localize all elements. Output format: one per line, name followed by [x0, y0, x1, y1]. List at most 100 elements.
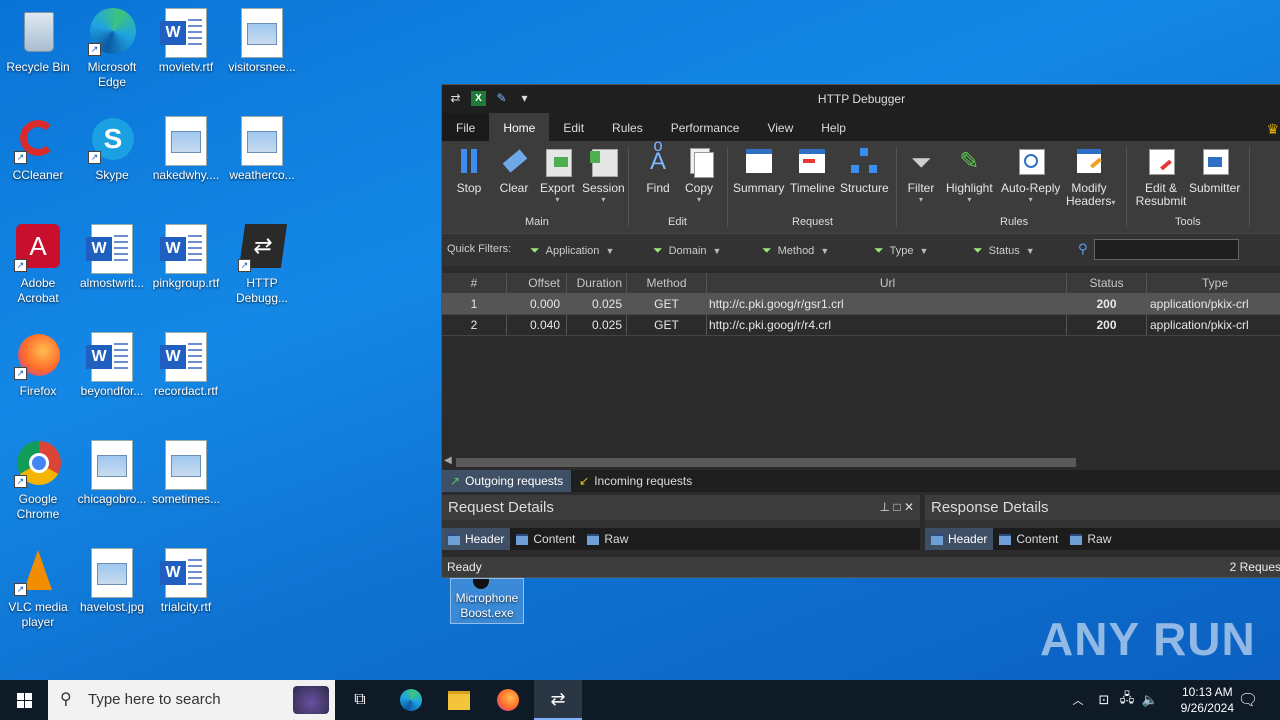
- show-hidden-icons-icon[interactable]: ︿: [1068, 680, 1088, 720]
- volume-icon[interactable]: 🔈: [1140, 680, 1160, 720]
- desktop-icon-chicagobro[interactable]: chicagobro...: [74, 440, 150, 507]
- taskbar-file-explorer-icon[interactable]: [443, 680, 475, 720]
- taskbar-http-debugger-icon[interactable]: ⇄: [534, 680, 582, 720]
- request-tab-raw[interactable]: Raw: [581, 528, 634, 550]
- request-tab-header[interactable]: Header: [442, 528, 511, 550]
- col-header-url[interactable]: Url: [707, 273, 1067, 293]
- quick-filter-domain[interactable]: ⏷ Domain ▼: [653, 243, 721, 258]
- ribbon-separator: [628, 147, 629, 227]
- ribbon-separator: [727, 147, 728, 227]
- request-direction-tabs: ↗ Outgoing requests ↙ Incoming requests: [442, 470, 1280, 492]
- desktop-icon-sometimes[interactable]: sometimes...: [148, 440, 224, 507]
- desktop-icon-nakedwhy[interactable]: nakedwhy....: [148, 116, 224, 183]
- highlight-button[interactable]: ✎ Highlight ▾: [946, 147, 993, 204]
- modify-headers-dropdown-icon: ▾: [1111, 198, 1116, 207]
- desktop-icon-pinkgroup[interactable]: W pinkgroup.rtf: [148, 224, 224, 291]
- col-header-num[interactable]: #: [442, 273, 507, 293]
- funnel-icon: ⏷: [530, 243, 540, 257]
- structure-button[interactable]: Structure: [840, 147, 889, 195]
- taskbar-edge-icon[interactable]: [395, 680, 427, 720]
- image-file-icon: [162, 116, 210, 166]
- desktop-icon-microphone-boost[interactable]: Microphone Boost.exe: [450, 578, 524, 624]
- desktop-icon-google-chrome[interactable]: ↗ Google Chrome: [0, 440, 76, 522]
- timeline-button[interactable]: Timeline: [790, 147, 835, 195]
- notifications-icon[interactable]: 🗨: [1236, 680, 1260, 720]
- desktop-icon-microsoft-edge[interactable]: ↗ Microsoft Edge: [74, 8, 150, 90]
- taskbar-firefox-icon[interactable]: [492, 680, 524, 720]
- table-icon: [516, 533, 529, 545]
- session-icon: [588, 147, 619, 177]
- desktop-icon-http-debugger[interactable]: ⇄ ↗ HTTP Debugg...: [224, 224, 300, 306]
- export-button[interactable]: Export ▾: [540, 147, 575, 204]
- clear-button[interactable]: Clear: [499, 147, 529, 195]
- desktop-icon-trialcity[interactable]: W trialcity.rtf: [148, 548, 224, 615]
- auto-reply-button[interactable]: Auto-Reply ▾: [1001, 147, 1060, 204]
- request-tab-content[interactable]: Content: [510, 528, 581, 550]
- maximize-icon[interactable]: □: [893, 500, 900, 514]
- modify-headers-button[interactable]: Modify Headers▾: [1066, 147, 1116, 209]
- desktop-icon-recordact[interactable]: W recordact.rtf: [148, 332, 224, 399]
- desktop-icon-visitorsnee[interactable]: visitorsnee...: [224, 8, 300, 75]
- taskbar-search-box[interactable]: ⚲ Type here to search: [48, 680, 335, 720]
- col-header-method[interactable]: Method: [627, 273, 707, 293]
- scroll-left-icon[interactable]: ◀: [444, 455, 452, 466]
- desktop-icon-recycle-bin[interactable]: Recycle Bin: [0, 8, 76, 75]
- scrollbar-thumb[interactable]: [456, 458, 1076, 467]
- copy-button[interactable]: Copy ▾: [684, 147, 714, 204]
- desktop-icon-vlc[interactable]: ↗ VLC media player: [0, 548, 76, 630]
- group-label-request: Request: [792, 216, 833, 228]
- tab-outgoing-requests[interactable]: ↗ Outgoing requests: [442, 470, 572, 492]
- quick-filter-status[interactable]: ⏷ Status ▼: [973, 243, 1035, 258]
- tab-help[interactable]: Help: [807, 113, 860, 141]
- response-tab-content[interactable]: Content: [993, 528, 1064, 550]
- desktop-icon-movietv[interactable]: W movietv.rtf: [148, 8, 224, 75]
- submitter-button[interactable]: Submitter: [1189, 147, 1240, 195]
- tab-file[interactable]: File: [442, 113, 490, 141]
- modify-headers-label: Modify Headers▾: [1066, 181, 1116, 208]
- quick-search-input[interactable]: [1094, 239, 1239, 260]
- tab-view[interactable]: View: [753, 113, 807, 141]
- tab-incoming-requests[interactable]: ↙ Incoming requests: [571, 470, 700, 492]
- quick-filter-method[interactable]: ⏷ Method ▼: [762, 243, 829, 258]
- table-row[interactable]: 2 0.040 0.025 GET http://c.pki.goog/r/r4…: [442, 315, 1280, 336]
- windows-logo-icon: [16, 692, 32, 708]
- horizontal-scrollbar[interactable]: ◀: [442, 455, 1280, 469]
- table-row[interactable]: 1 0.000 0.025 GET http://c.pki.goog/r/gs…: [442, 294, 1280, 315]
- quick-filter-application[interactable]: ⏷ Application ▼: [530, 243, 614, 258]
- col-header-status[interactable]: Status: [1067, 273, 1147, 293]
- desktop-icon-weatherco[interactable]: weatherco...: [224, 116, 300, 183]
- tab-home[interactable]: Home: [489, 113, 550, 141]
- session-button[interactable]: Session ▾: [582, 147, 625, 204]
- response-tab-raw[interactable]: Raw: [1064, 528, 1117, 550]
- desktop-icon-adobe-acrobat[interactable]: A ↗ Adobe Acrobat: [0, 224, 76, 306]
- desktop-icon-havelost[interactable]: havelost.jpg: [74, 548, 150, 615]
- stop-button[interactable]: Stop: [454, 147, 484, 195]
- recycle-bin-icon: [14, 8, 62, 56]
- desktop-icon-ccleaner[interactable]: ↗ CCleaner: [0, 116, 76, 183]
- col-header-duration[interactable]: Duration: [567, 273, 627, 293]
- summary-button[interactable]: Summary: [733, 147, 784, 195]
- network-device-icon[interactable]: ⊡: [1094, 680, 1114, 720]
- col-header-type[interactable]: Type: [1147, 273, 1280, 293]
- group-label-rules: Rules: [1000, 216, 1029, 228]
- pin-icon[interactable]: ⊥: [880, 500, 890, 514]
- close-icon[interactable]: ✕: [904, 500, 914, 514]
- start-button[interactable]: [0, 680, 48, 720]
- desktop-icon-almostwrit[interactable]: W almostwrit...: [74, 224, 150, 291]
- find-button[interactable]: Aͦ Find: [643, 147, 673, 195]
- quick-filter-type[interactable]: ⏷ Type ▼: [874, 243, 928, 258]
- taskbar-clock[interactable]: 10:13 AM 9/26/2024: [1181, 684, 1234, 716]
- col-header-offset[interactable]: Offset: [507, 273, 567, 293]
- crown-icon[interactable]: ♛: [1266, 121, 1279, 138]
- desktop-icon-beyondfor[interactable]: W beyondfor...: [74, 332, 150, 399]
- tab-performance[interactable]: Performance: [657, 113, 754, 141]
- filter-button[interactable]: ⏷ Filter ▾: [906, 147, 936, 204]
- response-tab-header[interactable]: Header: [925, 528, 994, 550]
- edit-resubmit-button[interactable]: Edit & Resubmit: [1133, 147, 1189, 208]
- tab-rules[interactable]: Rules: [598, 113, 657, 141]
- desktop-icon-firefox[interactable]: ↗ Firefox: [0, 332, 76, 399]
- task-view-icon[interactable]: ⧉: [344, 680, 376, 720]
- network-icon[interactable]: 🖧: [1117, 680, 1137, 720]
- desktop-icon-skype[interactable]: S ↗ Skype: [74, 116, 150, 183]
- tab-edit[interactable]: Edit: [549, 113, 598, 141]
